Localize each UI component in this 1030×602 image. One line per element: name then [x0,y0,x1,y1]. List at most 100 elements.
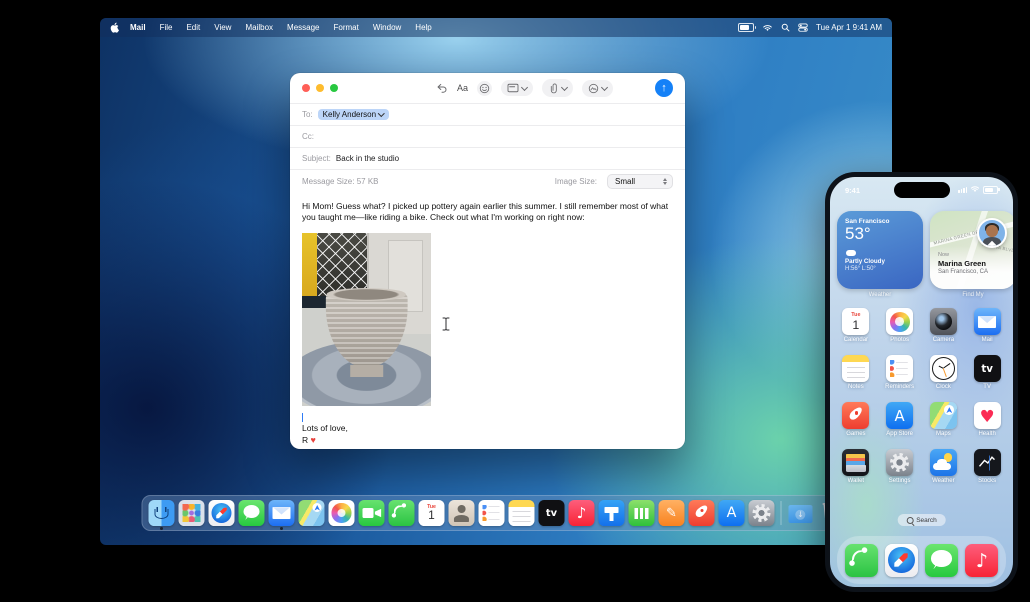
menu-mailbox[interactable]: Mailbox [238,23,280,32]
iphone-app-appstore[interactable]: App Store [886,402,914,437]
iphone-app-weatherapp[interactable]: Weather [929,449,957,484]
iphone-app-clock[interactable]: Clock [929,355,957,390]
dock-item-photos[interactable] [328,496,356,530]
menu-mail[interactable]: Mail [123,23,153,32]
dock-item-keynote[interactable] [598,496,626,530]
dock-item-music[interactable] [568,496,596,530]
iphone-app-label: Maps [936,431,951,437]
message-body[interactable]: Hi Mom! Guess what? I picked up pottery … [290,193,685,447]
menu-help[interactable]: Help [408,23,438,32]
message-size-label: Message Size: 57 KB [302,177,379,186]
iphone-app-maps[interactable]: Maps [929,402,957,437]
iphone-app-tv[interactable]: TV [973,355,1001,390]
dock-item-safari[interactable] [208,496,236,530]
dock-item-notes[interactable] [508,496,536,530]
findmy-city: San Francisco, CA [938,269,989,275]
menu-file[interactable]: File [153,23,180,32]
find-my-widget[interactable]: MARINA GREEN DR MARINA BLVD Now Marina G… [930,211,1013,289]
apple-menu-icon[interactable] [110,22,119,33]
to-label: To: [302,110,313,119]
iphone-app-reminders[interactable]: Reminders [885,355,914,390]
iphone-dock-safari[interactable] [884,543,918,577]
phone-icon [388,500,415,526]
iphone-app-games[interactable]: Games [842,402,870,437]
iphone-app-mail[interactable]: Mail [973,308,1001,343]
menu-message[interactable]: Message [280,23,326,32]
dock-item-maps[interactable] [298,496,326,530]
recipient-token[interactable]: Kelly Anderson [317,109,389,120]
menu-format[interactable]: Format [327,23,366,32]
iphone-app-photos[interactable]: Photos [886,308,914,343]
dock-item-settings[interactable] [748,496,776,530]
dock-item-launchpad[interactable] [178,496,206,530]
zoom-button[interactable] [330,84,338,92]
wallet-icon [842,449,870,476]
dock-item-messages[interactable] [238,496,266,530]
subject-field[interactable]: Subject: Back in the studio [290,147,685,169]
emoji-button[interactable] [477,80,493,96]
music-icon [965,543,999,577]
iphone-screen: 9:41 San Francisco 53° Partly Cloudy H:5… [830,177,1013,587]
format-text-button[interactable]: Aa [457,83,468,93]
dock-item-downloads[interactable] [787,496,815,530]
dock-item-phone[interactable] [388,496,416,530]
insert-media-button[interactable] [582,79,614,97]
dock-item-numbers[interactable] [628,496,656,530]
chevron-down-icon [378,110,385,117]
dock-item-tv[interactable] [538,496,566,530]
spotlight-search-icon[interactable] [781,23,790,32]
mac-desktop: Mail File Edit View Mailbox Message Format Wind… [100,18,892,545]
dock-item-contacts[interactable] [448,496,476,530]
control-center-icon[interactable] [798,23,808,32]
dock-item-appstore[interactable] [718,496,746,530]
menu-bar-clock[interactable]: Tue Apr 1 9:41 AM [816,23,882,32]
dock-item-games[interactable] [688,496,716,530]
dock-item-reminders[interactable] [478,496,506,530]
mail-compose-window: Aa ↑ To: Kelly Anderson Cc: Subject: Bac… [290,73,685,449]
weather-widget[interactable]: San Francisco 53° Partly Cloudy H:56° L:… [837,211,923,289]
iphone-app-camera[interactable]: Camera [929,308,957,343]
header-fields-button[interactable] [501,80,534,96]
dock-item-facetime[interactable] [358,496,386,530]
to-field[interactable]: To: Kelly Anderson [290,103,685,125]
subject-value: Back in the studio [335,154,400,163]
keynote-icon [598,500,625,526]
minimize-button[interactable] [316,84,324,92]
iphone-dock-phone[interactable] [844,543,878,577]
iphone-dock-messages[interactable] [925,543,959,577]
iphone-search-pill[interactable]: Search [897,514,946,526]
mail-icon [973,308,1001,335]
iphone-app-label: Health [978,431,996,437]
iphone-app-label: Photos [890,337,909,343]
maps-icon [298,500,325,526]
iphone-dock-music[interactable] [965,543,999,577]
iphone-app-wallet[interactable]: Wallet [842,449,870,484]
image-size-select[interactable]: Small [607,174,673,189]
cc-field[interactable]: Cc: [290,125,685,147]
chevron-down-icon [600,83,609,91]
dock-item-finder[interactable] [148,496,176,530]
close-button[interactable] [302,84,310,92]
reminders-icon [478,500,505,526]
music-icon [568,500,595,526]
iphone-app-settings[interactable]: Settings [886,449,914,484]
appstore-icon [718,500,745,526]
screenshot-stage: Mail File Edit View Mailbox Message Format Wind… [0,0,1030,602]
reminders-icon [886,355,914,382]
iphone-app-notes[interactable]: Notes [842,355,870,390]
undo-icon[interactable] [436,82,448,94]
dock-item-calendar[interactable]: Tue 1 [418,496,446,530]
iphone-app-stocks[interactable]: Stocks [973,449,1001,484]
battery-icon[interactable] [738,23,757,32]
attach-file-button[interactable] [542,79,574,97]
menu-view[interactable]: View [207,23,238,32]
dock-item-pages[interactable] [658,496,686,530]
wifi-icon[interactable] [762,24,773,32]
menu-window[interactable]: Window [366,23,408,32]
menu-edit[interactable]: Edit [179,23,207,32]
iphone-app-health[interactable]: Health [973,402,1001,437]
iphone-app-calendar[interactable]: Tue 1 Calendar [842,308,870,343]
dock-item-mail[interactable] [268,496,296,530]
pottery-photo-attachment[interactable] [302,233,431,407]
send-button[interactable]: ↑ [655,79,673,97]
